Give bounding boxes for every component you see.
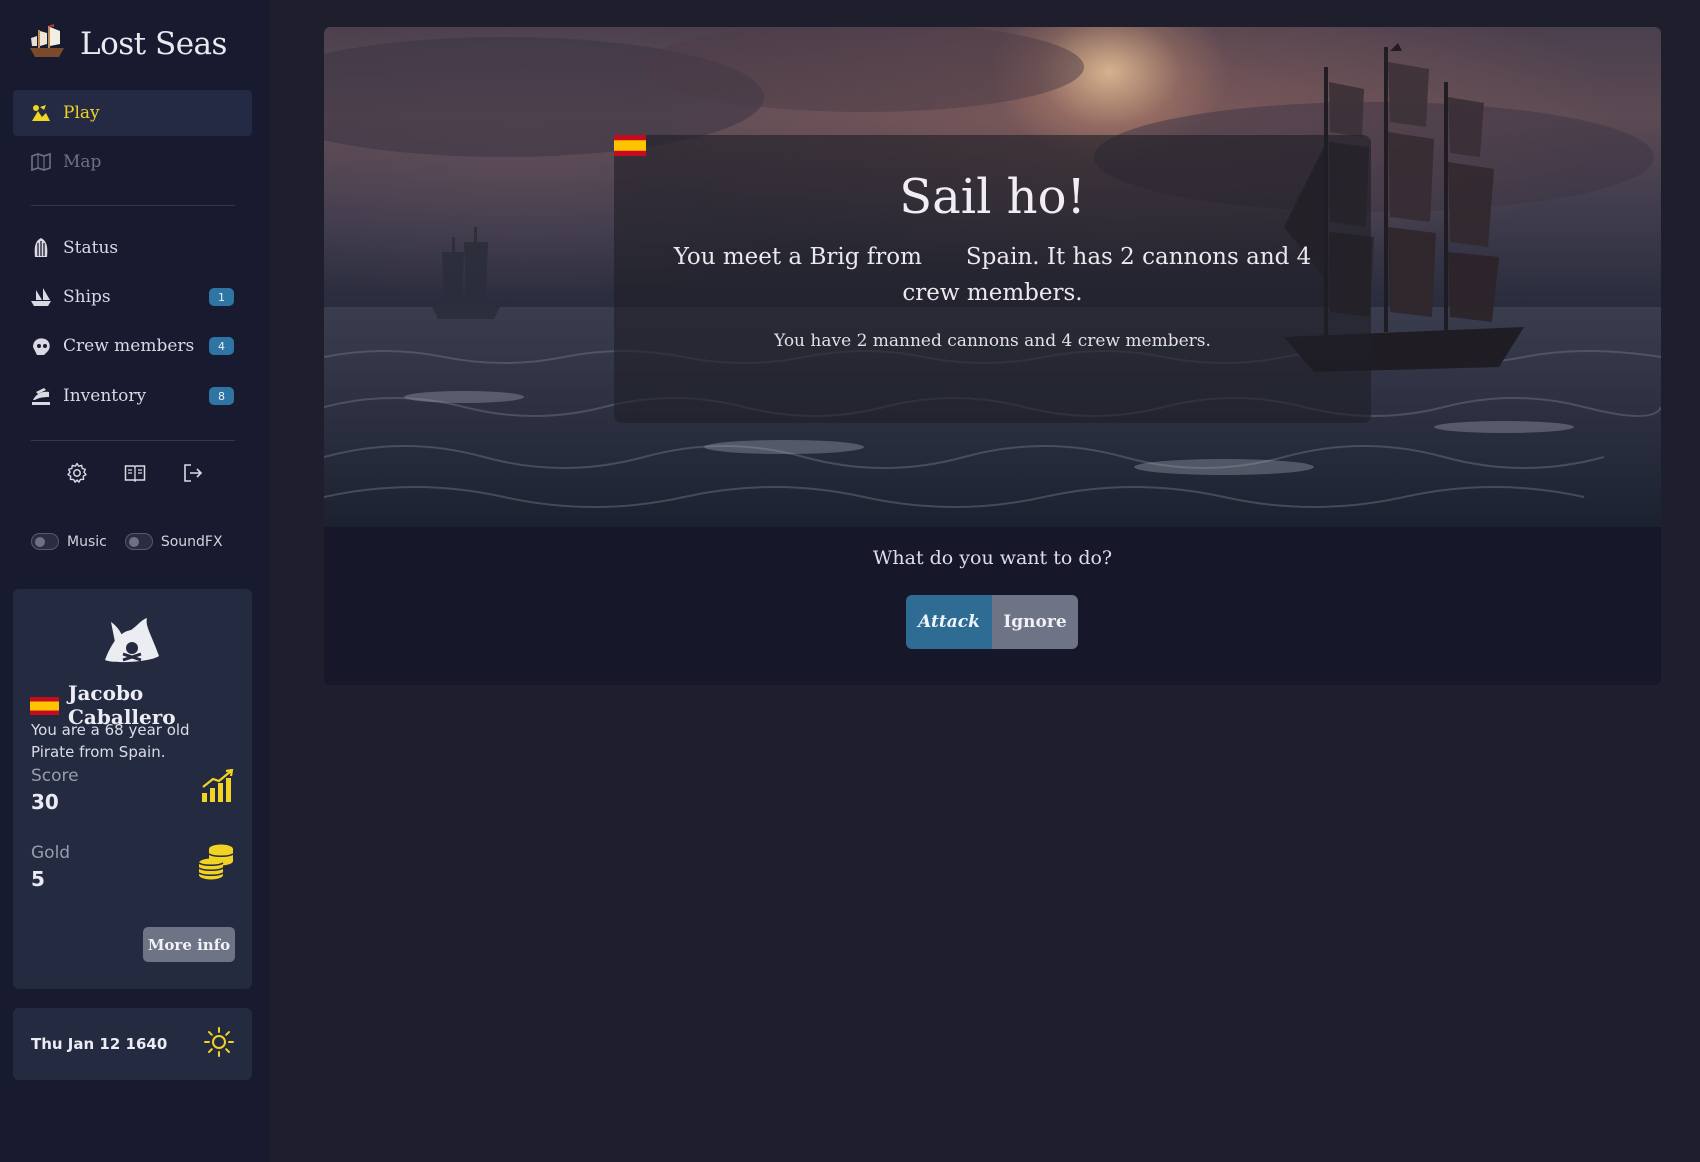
nav-inventory-label: Inventory — [63, 386, 147, 406]
nav-map[interactable]: Map — [13, 139, 252, 185]
action-button-group: Attack Ignore — [906, 595, 1078, 649]
encounter-title: Sail ho! — [899, 169, 1086, 225]
player-card: Jacobo Caballero You are a 68 year old P… — [13, 589, 252, 989]
encounter-description: You meet a Brig from Spain. It has 2 cann… — [614, 135, 1333, 311]
score-value: 30 — [31, 790, 59, 814]
status-icon — [30, 237, 52, 259]
sidebar: Lost Seas Play Map Status Ships 1 Crew m… — [0, 0, 270, 1162]
encounter-text-part2: Spain. It has 2 cannons and 4 crew membe… — [902, 244, 1312, 306]
game-date: Thu Jan 12 1640 — [31, 1035, 168, 1053]
nav-play[interactable]: Play — [13, 90, 252, 136]
gold-label: Gold — [31, 843, 71, 863]
score-chart-icon — [201, 768, 235, 807]
nav-ships[interactable]: Ships 1 — [13, 274, 252, 320]
ignore-button[interactable]: Ignore — [992, 595, 1078, 649]
music-toggle-label: Music — [67, 533, 107, 550]
nav-play-label: Play — [63, 103, 100, 123]
ships-count-badge: 1 — [209, 288, 234, 306]
spain-flag-icon — [30, 696, 59, 715]
pirate-hat-icon — [101, 616, 163, 670]
play-icon — [30, 102, 52, 124]
nav-crew-members[interactable]: Crew members 4 — [13, 323, 252, 369]
encounter-panel: Sail ho! You meet a Brig from Spain. It h… — [324, 27, 1661, 685]
map-icon — [30, 151, 52, 173]
music-toggle[interactable] — [31, 533, 59, 550]
gold-coins-icon — [197, 843, 235, 885]
nav-status-label: Status — [63, 238, 119, 258]
crew-count-badge: 4 — [209, 337, 234, 355]
inventory-icon — [30, 385, 52, 407]
brand[interactable]: Lost Seas — [26, 24, 227, 64]
sidebar-divider — [31, 440, 235, 441]
nav-map-label: Map — [63, 152, 102, 172]
nav-crew-label: Crew members — [63, 336, 195, 356]
ship-logo-icon — [26, 24, 68, 64]
score-label: Score — [31, 766, 79, 786]
spain-flag-icon — [614, 135, 960, 267]
attack-button[interactable]: Attack — [906, 595, 992, 649]
nav-ships-label: Ships — [63, 287, 111, 307]
encounter-dialog: Sail ho! You meet a Brig from Spain. It h… — [614, 135, 1371, 423]
nav-status[interactable]: Status — [13, 225, 252, 271]
music-toggle-group: Music — [31, 533, 107, 550]
sidebar-tools — [0, 462, 270, 484]
book-icon[interactable] — [124, 462, 146, 484]
soundfx-toggle-group: SoundFX — [124, 533, 223, 550]
settings-icon[interactable] — [66, 462, 88, 484]
inventory-count-badge: 8 — [209, 387, 234, 405]
soundfx-toggle-label: SoundFX — [160, 533, 223, 550]
logout-icon[interactable] — [182, 462, 204, 484]
encounter-text-part1: You meet a Brig from — [673, 244, 922, 270]
audio-toggles: Music SoundFX — [31, 533, 231, 550]
nav-inventory[interactable]: Inventory 8 — [13, 373, 252, 419]
encounter-own-forces: You have 2 manned cannons and 4 crew mem… — [774, 331, 1211, 351]
sea-scene-image: Sail ho! You meet a Brig from Spain. It h… — [324, 27, 1661, 527]
gold-value: 5 — [31, 867, 45, 891]
crew-icon — [30, 335, 52, 357]
date-card: Thu Jan 12 1640 — [13, 1008, 252, 1080]
more-info-button[interactable]: More info — [143, 927, 235, 962]
ships-icon — [30, 286, 52, 308]
sun-icon — [203, 1026, 235, 1062]
action-prompt: What do you want to do? — [872, 547, 1113, 569]
soundfx-toggle[interactable] — [124, 533, 153, 550]
app-title: Lost Seas — [80, 26, 227, 62]
player-description: You are a 68 year old Pirate from Spain. — [31, 721, 190, 761]
sidebar-divider — [31, 205, 235, 206]
